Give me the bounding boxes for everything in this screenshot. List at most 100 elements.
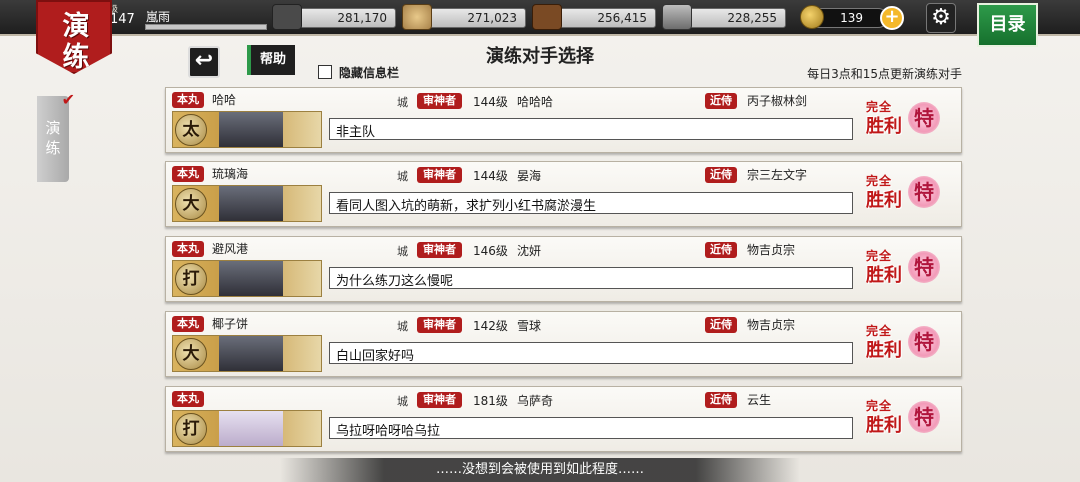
castle-label: 城	[397, 96, 408, 109]
complete-victory-badge: 完全 胜利特	[866, 170, 946, 222]
kinji-name: 云生	[747, 393, 772, 407]
complete-victory-badge: 完全 胜利特	[866, 96, 946, 148]
opponent-row[interactable]: 本丸 城审神者 181级 乌萨奇 近侍 云生打 乌拉呀哈呀哈乌拉 完全 胜利特	[165, 386, 962, 452]
honmaru-name: 椰子饼	[212, 317, 249, 331]
profile-message: 非主队	[329, 118, 853, 140]
help-button[interactable]: 帮助	[247, 45, 295, 75]
saniwa-level: 144级	[473, 169, 508, 183]
complete-victory-badge: 完全 胜利特	[866, 395, 946, 447]
kinji-tag: 近侍	[705, 242, 737, 258]
sword-type-icon: 打	[175, 413, 207, 445]
kinji-tag: 近侍	[705, 317, 737, 333]
honmaru-tag: 本丸	[172, 316, 204, 332]
back-button[interactable]: ↩	[188, 46, 220, 78]
opponent-row[interactable]: 本丸 琉璃海 城审神者 144级 晏海 近侍 宗三左文字大 看同人图入坑的萌新，求扩列小红书腐…	[165, 161, 962, 227]
character-portrait-image	[219, 336, 283, 371]
sidebar-tab-practice[interactable]: ✔ 演练	[37, 90, 75, 182]
footer-quote: ……没想到会被使用到如此程度……	[280, 458, 800, 482]
experience-bar	[145, 24, 267, 30]
coin-icon	[800, 5, 824, 29]
win-main-label: 胜利	[866, 415, 902, 436]
add-coins-button[interactable]: +	[880, 6, 904, 30]
seal-line-2: 练	[62, 42, 90, 73]
steel-icon	[402, 4, 432, 30]
kinji-name: 丙子椒林剑	[747, 94, 808, 108]
saniwa-name: 沈妍	[517, 244, 542, 258]
saniwa-tag: 审神者	[417, 93, 462, 109]
character-portrait-image	[219, 261, 283, 296]
kinji-portrait: 打	[172, 260, 322, 297]
win-main-label: 胜利	[866, 190, 902, 211]
kinji-tag: 近侍	[705, 167, 737, 183]
saniwa-tag: 审神者	[417, 167, 462, 183]
honmaru-tag: 本丸	[172, 241, 204, 257]
complete-victory-badge: 完全 胜利特	[866, 245, 946, 297]
resource-steel: 271,023	[426, 8, 526, 28]
saniwa-level: 144级	[473, 95, 508, 109]
saniwa-name: 雪球	[517, 319, 542, 333]
page-title: 演练对手选择	[486, 46, 594, 67]
profile-message: 乌拉呀哈呀哈乌拉	[329, 417, 853, 439]
win-main-label: 胜利	[866, 340, 902, 361]
saniwa-level: 146级	[473, 244, 508, 258]
menu-button[interactable]: 目录	[977, 3, 1038, 47]
resource-charcoal: 281,170	[296, 8, 396, 28]
level-value: 147	[110, 12, 135, 27]
charcoal-icon	[272, 4, 302, 30]
profile-message: 看同人图入坑的萌新，求扩列小红书腐淤漫生	[329, 192, 853, 214]
saniwa-tag: 审神者	[417, 392, 462, 408]
sword-type-icon: 大	[175, 188, 207, 220]
profile-message: 为什么练刀这么慢呢	[329, 267, 853, 289]
kinji-tag: 近侍	[705, 392, 737, 408]
special-badge-icon: 特	[908, 176, 940, 208]
character-portrait-image	[219, 411, 283, 446]
mode-seal: 演 练	[36, 0, 112, 74]
check-icon: ✔	[61, 90, 75, 109]
castle-label: 城	[397, 395, 408, 408]
sword-type-icon: 大	[175, 338, 207, 370]
refresh-notice: 每日3点和15点更新演练对手	[807, 67, 962, 81]
special-badge-icon: 特	[908, 251, 940, 283]
kinji-portrait: 大	[172, 335, 322, 372]
honmaru-tag: 本丸	[172, 92, 204, 108]
special-badge-icon: 特	[908, 401, 940, 433]
profile-message: 白山回家好吗	[329, 342, 853, 364]
character-portrait-image	[219, 112, 283, 147]
saniwa-name: 乌萨奇	[517, 394, 554, 408]
win-main-label: 胜利	[866, 116, 902, 137]
whetstone-icon	[662, 4, 692, 30]
honmaru-tag: 本丸	[172, 166, 204, 182]
complete-victory-badge: 完全 胜利特	[866, 320, 946, 372]
castle-label: 城	[397, 320, 408, 333]
kinji-name: 物吉贞宗	[747, 243, 796, 257]
special-badge-icon: 特	[908, 102, 940, 134]
kinji-name: 宗三左文字	[747, 168, 808, 182]
opponent-row[interactable]: 本丸 椰子饼 城审神者 142级 雪球 近侍 物吉贞宗大 白山回家好吗 完全 胜利特	[165, 311, 962, 377]
honmaru-name: 琉璃海	[212, 167, 249, 181]
saniwa-tag: 审神者	[417, 317, 462, 333]
gear-icon[interactable]: ⚙	[926, 3, 956, 33]
kinji-portrait: 太	[172, 111, 322, 148]
kinji-tag: 近侍	[705, 93, 737, 109]
opponent-row[interactable]: 本丸 避风港 城审神者 146级 沈妍 近侍 物吉贞宗打 为什么练刀这么慢呢 完全 胜利特	[165, 236, 962, 302]
coolant-icon	[532, 4, 562, 30]
resource-whetstone: 228,255	[686, 8, 786, 28]
sidebar-tab-label: 演练	[45, 119, 61, 157]
saniwa-tag: 审神者	[417, 242, 462, 258]
saniwa-name: 哈哈哈	[517, 95, 554, 109]
kinji-name: 物吉贞宗	[747, 318, 796, 332]
sword-type-icon: 打	[175, 263, 207, 295]
honmaru-name: 避风港	[212, 242, 249, 256]
resource-coolant: 256,415	[556, 8, 656, 28]
hide-info-label[interactable]: 隐藏信息栏	[339, 64, 399, 81]
castle-label: 城	[397, 170, 408, 183]
kinji-portrait: 大	[172, 185, 322, 222]
opponent-row[interactable]: 本丸 哈哈 城审神者 144级 哈哈哈 近侍 丙子椒林剑太 非主队 完全 胜利特	[165, 87, 962, 153]
saniwa-level: 181级	[473, 394, 508, 408]
win-main-label: 胜利	[866, 265, 902, 286]
hide-info-checkbox[interactable]	[318, 65, 332, 79]
character-portrait-image	[219, 186, 283, 221]
saniwa-level: 142级	[473, 319, 508, 333]
honmaru-tag: 本丸	[172, 391, 204, 407]
castle-label: 城	[397, 245, 408, 258]
